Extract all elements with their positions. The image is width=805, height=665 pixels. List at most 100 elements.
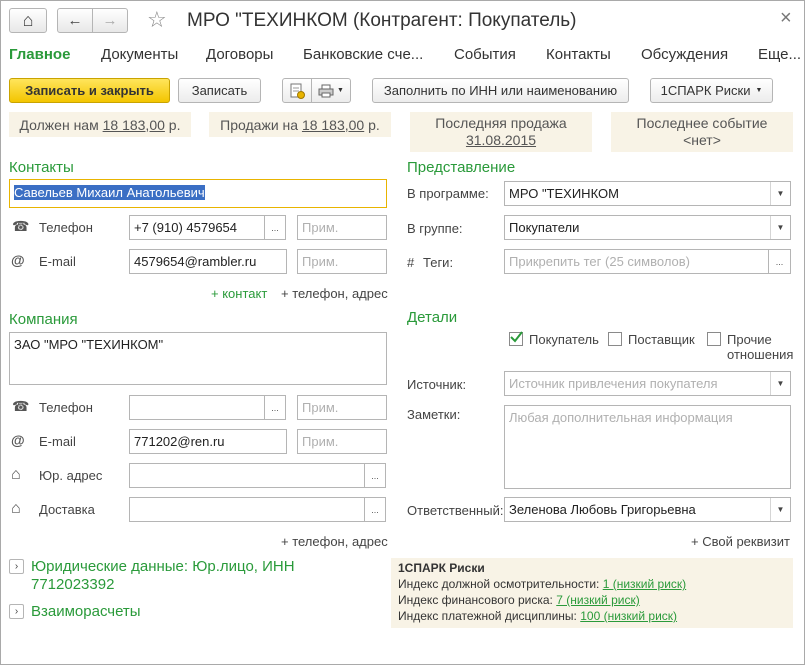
tags-field[interactable]: Прикрепить тег (25 символов): [504, 249, 769, 274]
print-icon[interactable]: ▼: [311, 78, 351, 103]
legal-address-label: Юр. адрес: [39, 468, 103, 483]
spark-row-financial: Индекс финансового риска: 7 (низкий риск…: [398, 593, 640, 607]
fill-by-inn-button[interactable]: Заполнить по ИНН или наименованию: [372, 78, 629, 103]
legal-address-select-button[interactable]: ...: [365, 463, 386, 488]
legal-data-inn: 7712023392: [31, 576, 115, 593]
star-icon[interactable]: ☆: [147, 7, 167, 33]
menu-documents[interactable]: Документы: [101, 46, 178, 63]
tags-select-button[interactable]: ...: [769, 249, 791, 274]
notes-field[interactable]: Любая дополнительная информация: [504, 405, 791, 489]
company-email-field[interactable]: 771202@ren.ru: [129, 429, 287, 454]
chevron-down-icon[interactable]: ▼: [770, 372, 790, 395]
responsible-select[interactable]: Зеленова Любовь Григорьевна ▼: [504, 497, 791, 522]
company-email-note-field[interactable]: Прим.: [297, 429, 387, 454]
legal-address-field[interactable]: [129, 463, 365, 488]
forward-icon[interactable]: →: [92, 8, 128, 33]
menu-discussions[interactable]: Обсуждения: [641, 46, 728, 63]
company-email-label: E-mail: [39, 434, 76, 449]
phone-icon: ☎: [12, 218, 30, 234]
menu-events[interactable]: События: [454, 46, 516, 63]
contact-phone-select-button[interactable]: ...: [265, 215, 286, 240]
representation-heading: Представление: [407, 159, 516, 176]
buyer-checkbox[interactable]: [509, 331, 523, 346]
company-phone-label: Телефон: [39, 400, 93, 415]
contact-phone-note-field[interactable]: Прим.: [297, 215, 387, 240]
chevron-down-icon[interactable]: ▼: [770, 498, 790, 521]
financial-value-link[interactable]: 7 (низкий риск): [556, 593, 639, 607]
source-placeholder: Источник привлечения покупателя: [509, 376, 718, 391]
program-name-value: МРО "ТЕХИНКОМ: [509, 186, 619, 201]
company-phone-field[interactable]: [129, 395, 265, 420]
company-phone-icon: ☎: [12, 398, 30, 414]
last-sale-date-link[interactable]: 31.08.2015: [410, 132, 592, 149]
add-custom-field-link[interactable]: + Свой реквизит: [691, 534, 790, 549]
owes-value-link[interactable]: 18 183,00: [103, 117, 165, 133]
settlements-group[interactable]: Взаиморасчеты: [31, 603, 141, 620]
legal-data-title: Юридические данные: Юр.лицо, ИНН: [31, 558, 295, 575]
sales-value-link[interactable]: 18 183,00: [302, 117, 364, 133]
legal-data-group[interactable]: Юридические данные: Юр.лицо, ИНН 7712023…: [31, 558, 295, 594]
payment-label: Индекс платежной дисциплины:: [398, 609, 577, 623]
menu-contracts[interactable]: Договоры: [206, 46, 273, 63]
menu-contacts[interactable]: Контакты: [546, 46, 611, 63]
last-event-info: Последнее событие <нет>: [611, 112, 793, 152]
sales-info: Продажи на 18 183,00 р.: [209, 112, 391, 137]
email-icon: @: [11, 252, 25, 268]
delivery-label: Доставка: [39, 502, 95, 517]
financial-label: Индекс финансового риска:: [398, 593, 553, 607]
chevron-down-icon[interactable]: ▼: [770, 216, 790, 239]
checkmark-icon: [510, 331, 523, 343]
delivery-address-field[interactable]: [129, 497, 365, 522]
responsible-value: Зеленова Любовь Григорьевна: [509, 502, 696, 517]
last-sale-label: Последняя продажа: [435, 115, 567, 131]
contact-email-field[interactable]: 4579654@rambler.ru: [129, 249, 287, 274]
source-select[interactable]: Источник привлечения покупателя ▼: [504, 371, 791, 396]
program-label: В программе:: [407, 186, 489, 201]
group-value: Покупатели: [509, 220, 580, 235]
other-relations-checkbox[interactable]: [707, 332, 721, 346]
window: ⌂ ← → ☆ МРО "ТЕХИНКОМ (Контрагент: Покуп…: [0, 0, 805, 665]
contact-email-note-field[interactable]: Прим.: [297, 249, 387, 274]
close-icon[interactable]: ×: [780, 7, 792, 30]
menu-more[interactable]: Еще...: [758, 46, 801, 63]
settlements-expand-icon[interactable]: ›: [9, 604, 24, 619]
contact-phone-field[interactable]: +7 (910) 4579654: [129, 215, 265, 240]
group-select[interactable]: Покупатели ▼: [504, 215, 791, 240]
contact-add-phone-link[interactable]: + телефон, адрес: [281, 286, 388, 301]
delivery-address-select-button[interactable]: ...: [365, 497, 386, 522]
home-icon[interactable]: ⌂: [9, 8, 47, 33]
group-label: В группе:: [407, 221, 463, 236]
legal-data-expand-icon[interactable]: ›: [9, 559, 24, 574]
save-close-button[interactable]: Записать и закрыть: [9, 78, 170, 103]
document-report-icon[interactable]: [282, 78, 312, 103]
spark-title: 1СПАРК Риски: [398, 561, 485, 575]
company-phone-note-field[interactable]: Прим.: [297, 395, 387, 420]
last-event-value: <нет>: [683, 132, 721, 148]
supplier-checkbox[interactable]: [608, 332, 622, 346]
menu-main[interactable]: Главное: [9, 46, 70, 63]
owes-label: Должен нам: [19, 116, 99, 133]
diligence-value-link[interactable]: 1 (низкий риск): [603, 577, 686, 591]
payment-value-link[interactable]: 100 (низкий риск): [580, 609, 677, 623]
program-name-field[interactable]: МРО "ТЕХИНКОМ ▼: [504, 181, 791, 206]
add-contact-link[interactable]: + контакт: [211, 286, 267, 301]
contact-email-label: E-mail: [39, 254, 76, 269]
spark-risks-button[interactable]: 1СПАРК Риски ▼: [650, 78, 773, 103]
supplier-label: Поставщик: [628, 332, 695, 347]
save-button[interactable]: Записать: [178, 78, 261, 103]
chevron-down-icon[interactable]: ▼: [770, 182, 790, 205]
owes-info: Должен нам 18 183,00 р.: [9, 112, 191, 137]
company-email-icon: @: [11, 432, 25, 448]
company-add-phone-link[interactable]: + телефон, адрес: [281, 534, 388, 549]
contact-person-field[interactable]: Савельев Михаил Анатольевич: [9, 179, 387, 208]
delivery-house-icon: ⌂: [11, 500, 21, 517]
sales-currency: р.: [368, 116, 380, 133]
company-heading: Компания: [9, 311, 78, 328]
source-label: Источник:: [407, 377, 467, 392]
company-phone-select-button[interactable]: ...: [265, 395, 286, 420]
window-title: МРО "ТЕХИНКОМ (Контрагент: Покупатель): [187, 10, 577, 31]
responsible-label: Ответственный:: [407, 503, 504, 518]
back-icon[interactable]: ←: [57, 8, 93, 33]
menu-bank-accounts[interactable]: Банковские сче...: [303, 46, 423, 63]
company-name-field[interactable]: ЗАО "МРО "ТЕХИНКОМ": [9, 332, 387, 385]
